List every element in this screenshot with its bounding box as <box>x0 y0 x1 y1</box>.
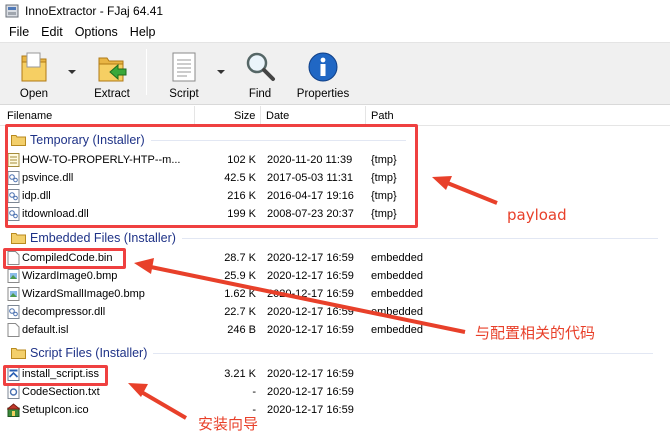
table-row[interactable]: SetupIcon.ico - 2020-12-17 16:59 <box>0 401 670 419</box>
column-filename[interactable]: Filename <box>7 110 52 122</box>
column-divider[interactable] <box>260 106 261 126</box>
payload-highlight-box <box>5 124 418 228</box>
file-size: 28.7 K <box>224 252 256 264</box>
bitmap-icon <box>7 269 20 283</box>
title-bar: InnoExtractor - FJaj 64.41 <box>0 0 670 22</box>
menu-options[interactable]: Options <box>69 25 124 39</box>
file-size: 22.7 K <box>224 306 256 318</box>
file-date: 2020-12-17 16:59 <box>267 306 354 318</box>
column-date[interactable]: Date <box>266 110 289 122</box>
file-path: embedded <box>371 288 423 300</box>
table-row[interactable]: WizardImage0.bmp 25.9 K 2020-12-17 16:59… <box>0 267 670 285</box>
open-dropdown-icon[interactable] <box>67 67 77 75</box>
window-title: InnoExtractor - FJaj 64.41 <box>25 4 164 18</box>
folder-icon <box>11 348 26 359</box>
find-button[interactable]: Find <box>242 45 278 101</box>
file-size: - <box>252 386 256 398</box>
file-size: 3.21 K <box>224 368 256 380</box>
menu-help[interactable]: Help <box>124 25 162 39</box>
open-folder-icon <box>16 49 52 85</box>
file-path: embedded <box>371 270 423 282</box>
column-divider[interactable] <box>194 106 195 126</box>
file-path: embedded <box>371 306 423 318</box>
file-path: embedded <box>371 324 423 336</box>
table-row[interactable]: WizardSmallImage0.bmp 1.62 K 2020-12-17 … <box>0 285 670 303</box>
file-size: 246 B <box>227 324 256 336</box>
file-date: 2020-12-17 16:59 <box>267 270 354 282</box>
file-name: WizardImage0.bmp <box>22 270 118 282</box>
folder-icon <box>11 233 26 244</box>
script-document-icon <box>166 49 202 85</box>
table-row[interactable]: decompressor.dll 22.7 K 2020-12-17 16:59… <box>0 303 670 321</box>
toolbar-separator <box>146 49 147 95</box>
magnifier-icon <box>242 49 278 85</box>
menu-bar: File Edit Options Help <box>0 22 670 42</box>
group-title: Embedded Files (Installer) <box>30 231 176 245</box>
extract-folder-icon <box>94 49 130 85</box>
open-label: Open <box>19 88 49 100</box>
file-name: CodeSection.txt <box>22 386 100 398</box>
file-size: 1.62 K <box>224 288 256 300</box>
bitmap-icon <box>7 287 20 301</box>
menu-file[interactable]: File <box>3 25 35 39</box>
open-button[interactable]: Open <box>14 45 54 101</box>
file-size: 25.9 K <box>224 270 256 282</box>
extract-label: Extract <box>94 88 130 100</box>
file-name: WizardSmallImage0.bmp <box>22 288 145 300</box>
script-dropdown-icon[interactable] <box>216 67 226 75</box>
blank-file-icon <box>7 323 20 337</box>
file-date: 2020-12-17 16:59 <box>267 404 354 416</box>
toolbar: Open Extract Script Find Properties <box>0 42 670 105</box>
group-script-files[interactable]: Script Files (Installer) <box>0 344 654 362</box>
payload-annotation: payload <box>507 206 567 224</box>
extract-button[interactable]: Extract <box>92 45 132 101</box>
text-doc-icon <box>7 385 20 399</box>
file-date: 2020-12-17 16:59 <box>267 252 354 264</box>
group-divider <box>181 237 658 239</box>
group-divider <box>153 352 654 354</box>
dll-icon <box>7 305 20 319</box>
file-path: embedded <box>371 252 423 264</box>
menu-edit[interactable]: Edit <box>35 25 69 39</box>
file-name: decompressor.dll <box>22 306 106 318</box>
install-wizard-annotation: 安装向导 <box>198 415 259 433</box>
script-button[interactable]: Script <box>166 45 202 101</box>
app-icon <box>5 4 19 18</box>
file-date: 2020-12-17 16:59 <box>267 386 354 398</box>
file-name: default.isl <box>22 324 69 336</box>
group-title: Script Files (Installer) <box>30 346 148 360</box>
info-icon <box>305 49 341 85</box>
list-header: Filename Size Date Path <box>0 106 670 126</box>
properties-label: Properties <box>296 88 350 100</box>
file-date: 2020-12-17 16:59 <box>267 288 354 300</box>
file-name: SetupIcon.ico <box>22 404 89 416</box>
file-date: 2020-12-17 16:59 <box>267 368 354 380</box>
properties-button[interactable]: Properties <box>296 45 350 101</box>
script-label: Script <box>169 88 199 100</box>
setup-icon <box>7 403 20 417</box>
column-size[interactable]: Size <box>234 110 255 122</box>
find-label: Find <box>248 88 272 100</box>
config-code-highlight-box <box>3 248 126 269</box>
column-divider[interactable] <box>365 106 366 126</box>
group-embedded-files[interactable]: Embedded Files (Installer) <box>0 229 658 247</box>
install-script-highlight-box <box>3 365 108 386</box>
config-code-annotation: 与配置相关的代码 <box>475 324 596 342</box>
column-path[interactable]: Path <box>371 110 394 122</box>
file-date: 2020-12-17 16:59 <box>267 324 354 336</box>
